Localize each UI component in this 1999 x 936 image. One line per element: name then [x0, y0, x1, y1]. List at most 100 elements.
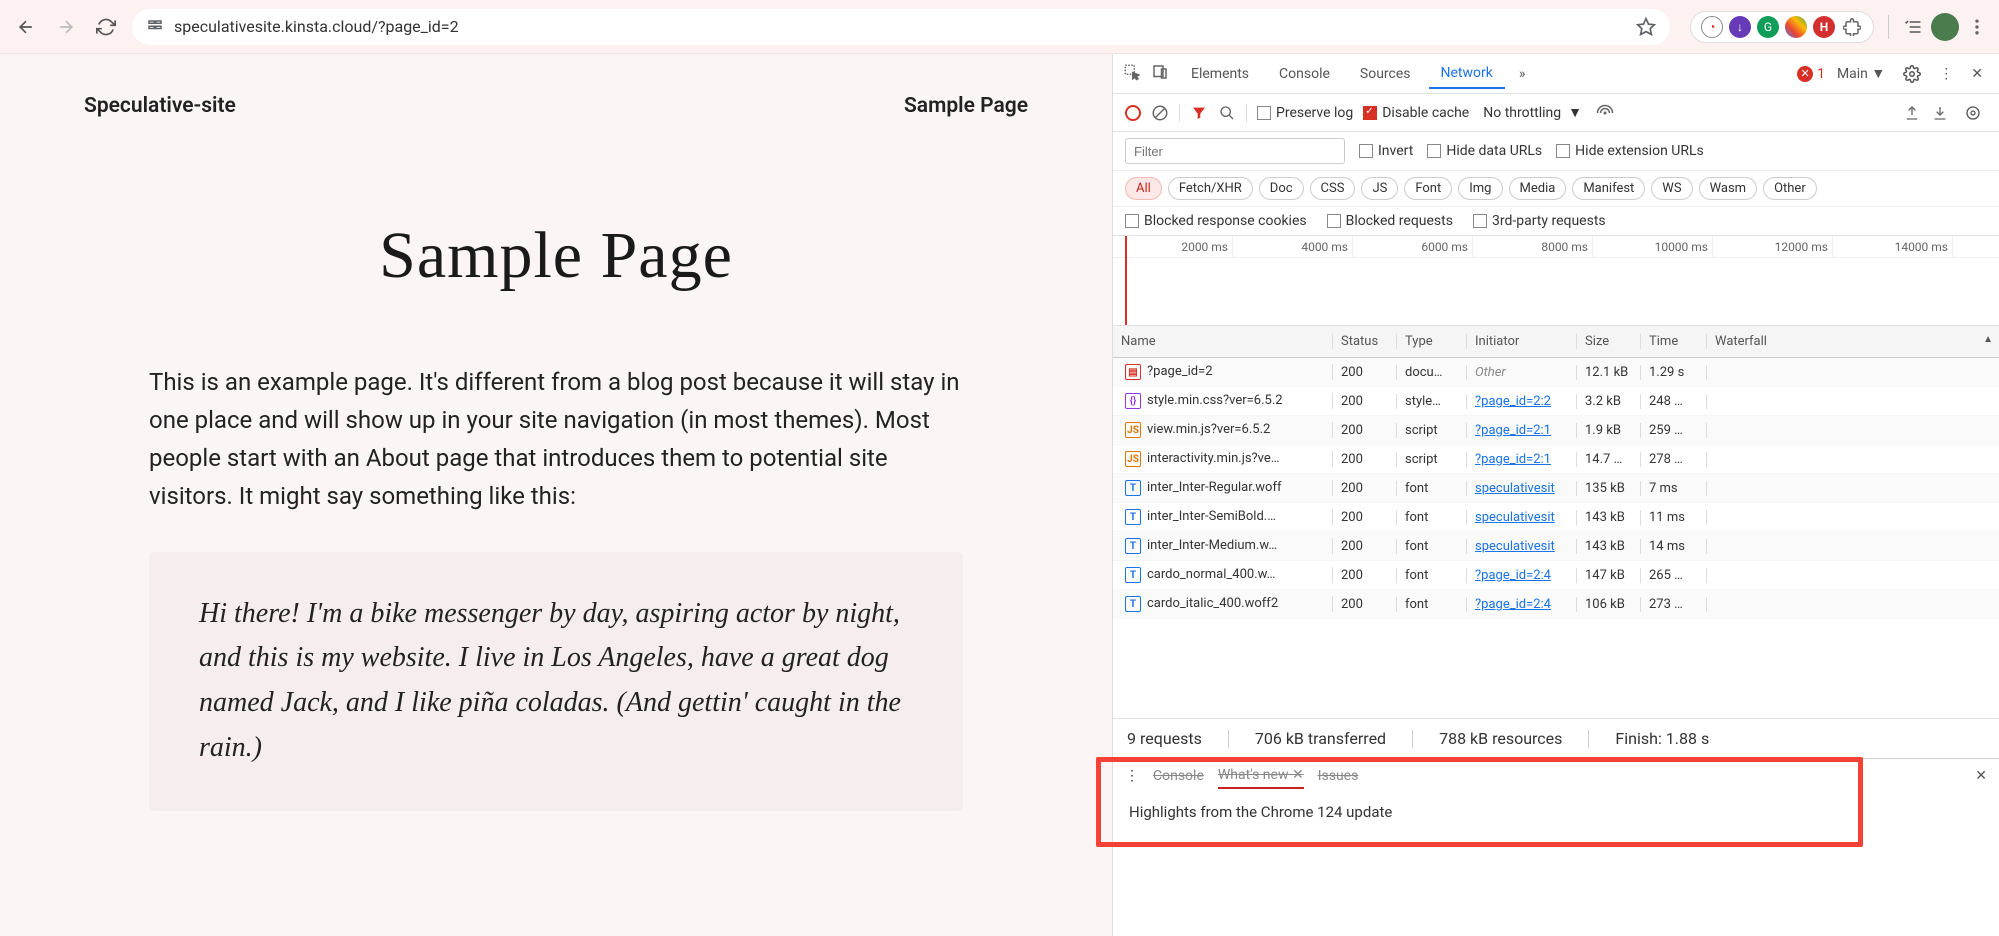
- import-icon[interactable]: [1903, 104, 1921, 122]
- third-party-checkbox[interactable]: 3rd-party requests: [1473, 213, 1606, 229]
- network-row[interactable]: ▤?page_id=2200docu…Other12.1 kB1.29 s: [1113, 358, 1999, 387]
- type-chip-manifest[interactable]: Manifest: [1572, 177, 1645, 200]
- request-size: 147 kB: [1577, 568, 1641, 583]
- column-header-type[interactable]: Type: [1397, 334, 1467, 349]
- site-settings-icon[interactable]: [146, 18, 164, 36]
- request-initiator[interactable]: ?page_id=2:4: [1475, 568, 1551, 583]
- file-js-icon: JS: [1125, 451, 1141, 467]
- error-indicator[interactable]: ✕1: [1797, 66, 1825, 82]
- request-time: 259 …: [1641, 423, 1707, 438]
- network-row[interactable]: {}style.min.css?ver=6.5.2200style…?page_…: [1113, 387, 1999, 416]
- request-initiator[interactable]: speculativesit: [1475, 510, 1555, 525]
- bookmark-icon[interactable]: [1636, 17, 1656, 37]
- type-chip-other[interactable]: Other: [1763, 177, 1817, 200]
- column-header-name[interactable]: Name: [1113, 334, 1333, 349]
- select-element-icon[interactable]: [1123, 63, 1145, 85]
- disable-cache-checkbox[interactable]: Disable cache: [1363, 105, 1469, 121]
- search-icon[interactable]: [1218, 104, 1236, 122]
- status-finish: Finish: 1.88 s: [1615, 729, 1709, 748]
- network-row[interactable]: Tcardo_normal_400.w…200font?page_id=2:41…: [1113, 561, 1999, 590]
- type-chip-doc[interactable]: Doc: [1259, 177, 1304, 200]
- type-chip-fetchxhr[interactable]: Fetch/XHR: [1168, 177, 1253, 200]
- type-chip-img[interactable]: Img: [1458, 177, 1502, 200]
- type-chip-ws[interactable]: WS: [1651, 177, 1692, 200]
- address-bar[interactable]: speculativesite.kinsta.cloud/?page_id=2: [132, 9, 1670, 45]
- request-initiator[interactable]: ?page_id=2:1: [1475, 452, 1551, 467]
- nav-link-sample-page[interactable]: Sample Page: [904, 94, 1028, 118]
- filter-icon[interactable]: [1190, 104, 1208, 122]
- tab-network[interactable]: Network: [1429, 59, 1505, 89]
- file-doc-icon: ▤: [1125, 364, 1141, 380]
- throttling-select[interactable]: No throttling ▼: [1479, 104, 1586, 121]
- settings-icon[interactable]: [1897, 65, 1927, 83]
- more-icon[interactable]: ⋮: [1933, 66, 1959, 82]
- drawer-tab-issues[interactable]: Issues: [1318, 764, 1359, 788]
- network-row[interactable]: JSview.min.js?ver=6.5.2200script?page_id…: [1113, 416, 1999, 445]
- timeline-tick: 12000 ms: [1713, 236, 1833, 257]
- page-content: Speculative-site Sample Page Sample Page…: [0, 54, 1112, 936]
- drawer-close-icon[interactable]: ✕: [1975, 768, 1987, 784]
- request-initiator[interactable]: speculativesit: [1475, 481, 1555, 496]
- extension-icon[interactable]: G: [1757, 16, 1779, 38]
- type-chip-media[interactable]: Media: [1509, 177, 1567, 200]
- request-initiator[interactable]: ?page_id=2:2: [1475, 394, 1551, 409]
- drawer-menu-icon[interactable]: ⋮: [1125, 768, 1139, 784]
- type-chip-css[interactable]: CSS: [1310, 177, 1356, 200]
- site-title[interactable]: Speculative-site: [84, 94, 236, 118]
- hide-extension-urls-checkbox[interactable]: Hide extension URLs: [1556, 143, 1704, 159]
- request-initiator[interactable]: ?page_id=2:1: [1475, 423, 1551, 438]
- export-icon[interactable]: [1931, 104, 1949, 122]
- waterfall-overview[interactable]: 2000 ms4000 ms6000 ms8000 ms10000 ms1200…: [1113, 236, 1999, 326]
- request-initiator[interactable]: ?page_id=2:4: [1475, 597, 1551, 612]
- extension-icon[interactable]: [1785, 16, 1807, 38]
- back-button[interactable]: [12, 13, 40, 41]
- type-chip-js[interactable]: JS: [1361, 177, 1398, 200]
- blocked-requests-checkbox[interactable]: Blocked requests: [1327, 213, 1453, 229]
- blocked-cookies-checkbox[interactable]: Blocked response cookies: [1125, 213, 1307, 229]
- column-header-status[interactable]: Status: [1333, 334, 1397, 349]
- type-chip-font[interactable]: Font: [1404, 177, 1452, 200]
- close-devtools-icon[interactable]: ✕: [1965, 66, 1989, 82]
- request-type: docu…: [1397, 365, 1467, 380]
- drawer-tab-whatsnew[interactable]: What's new ✕: [1218, 763, 1304, 789]
- type-chip-wasm[interactable]: Wasm: [1699, 177, 1758, 200]
- preserve-log-checkbox[interactable]: Preserve log: [1257, 105, 1353, 121]
- network-row[interactable]: Tinter_Inter-Medium.w…200fontspeculative…: [1113, 532, 1999, 561]
- drawer-tab-console[interactable]: Console: [1153, 764, 1204, 788]
- forward-button[interactable]: [52, 13, 80, 41]
- filter-input[interactable]: [1125, 138, 1345, 164]
- tab-elements[interactable]: Elements: [1179, 60, 1261, 88]
- tab-console[interactable]: Console: [1267, 60, 1342, 88]
- device-toolbar-icon[interactable]: [1151, 63, 1173, 85]
- record-button[interactable]: [1125, 105, 1141, 121]
- hide-data-urls-checkbox[interactable]: Hide data URLs: [1427, 143, 1542, 159]
- network-row[interactable]: Tcardo_italic_400.woff2200font?page_id=2…: [1113, 590, 1999, 619]
- request-initiator[interactable]: speculativesit: [1475, 539, 1555, 554]
- extension-icon[interactable]: H: [1813, 16, 1835, 38]
- invert-checkbox[interactable]: Invert: [1359, 143, 1413, 159]
- extension-icon[interactable]: ↓: [1729, 16, 1751, 38]
- network-conditions-icon[interactable]: [1596, 104, 1614, 122]
- network-row[interactable]: Tinter_Inter-Regular.woff200fontspeculat…: [1113, 474, 1999, 503]
- network-row[interactable]: Tinter_Inter-SemiBold.…200fontspeculativ…: [1113, 503, 1999, 532]
- clear-button[interactable]: [1151, 104, 1169, 122]
- type-chip-all[interactable]: All: [1125, 177, 1162, 200]
- column-header-waterfall[interactable]: Waterfall▲: [1707, 334, 1999, 349]
- network-row[interactable]: JSinteractivity.min.js?ve…200script?page…: [1113, 445, 1999, 474]
- menu-icon[interactable]: [1967, 17, 1987, 37]
- tab-sources[interactable]: Sources: [1348, 60, 1423, 88]
- more-tabs-icon[interactable]: »: [1511, 62, 1534, 86]
- timeline-tick: 6000 ms: [1353, 236, 1473, 257]
- request-type: font: [1397, 597, 1467, 612]
- network-settings-icon[interactable]: [1959, 105, 1987, 121]
- column-header-size[interactable]: Size: [1577, 334, 1641, 349]
- puzzle-icon[interactable]: [1841, 16, 1863, 38]
- column-header-time[interactable]: Time: [1641, 334, 1707, 349]
- request-status: 200: [1333, 510, 1397, 525]
- reading-list-icon[interactable]: [1903, 17, 1923, 37]
- column-header-initiator[interactable]: Initiator: [1467, 334, 1577, 349]
- reload-button[interactable]: [92, 13, 120, 41]
- extension-icon[interactable]: ◔: [1701, 16, 1723, 38]
- target-selector[interactable]: Main ▼: [1831, 65, 1891, 82]
- profile-avatar[interactable]: [1931, 13, 1959, 41]
